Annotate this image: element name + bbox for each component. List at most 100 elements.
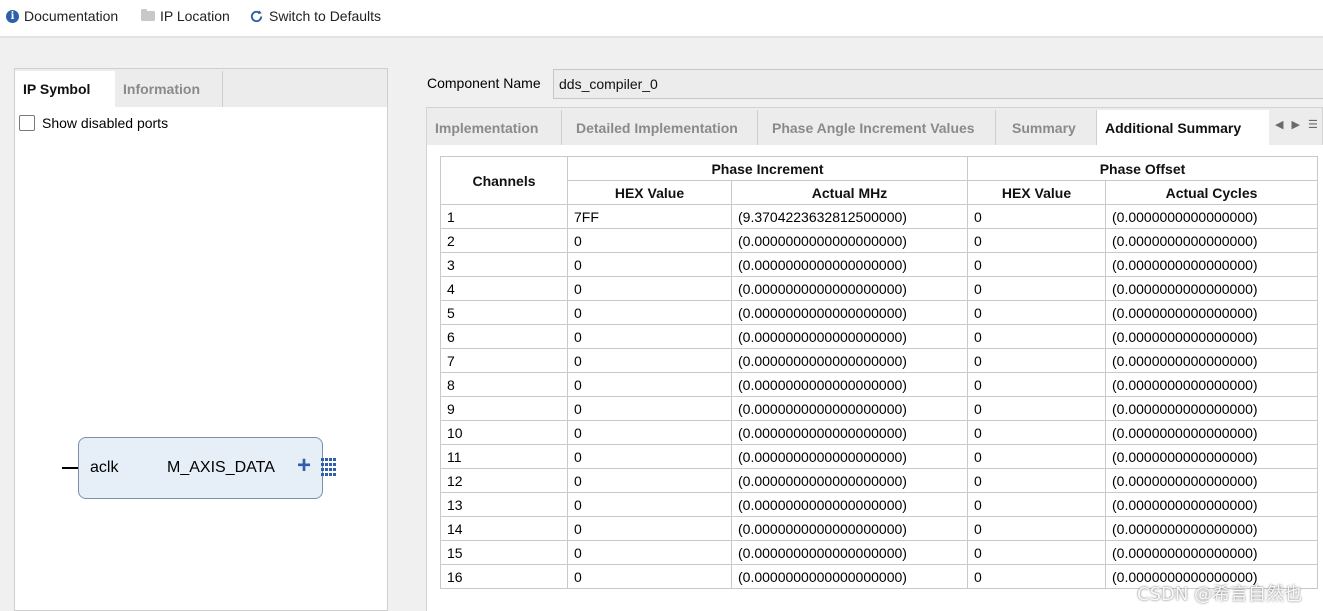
offset-hex-cell: 0 [967,492,1106,517]
increment-hex-cell: 0 [567,300,732,325]
aclk-port-label: aclk [90,459,119,476]
increment-hex-cell: 0 [567,252,732,277]
tab-implementation[interactable]: Implementation [427,110,562,146]
offset-hex-cell: 0 [967,348,1106,373]
tab-detailed-implementation[interactable]: Detailed Implementation [568,110,758,146]
folder-icon [141,9,155,21]
actual-mhz-cell: (0.0000000000000000000) [731,540,968,565]
ip-location-button[interactable]: IP Location [141,6,230,26]
table-body: 1 7FF (9.3704223632812500000) 0 (0.000000000… [440,204,1318,589]
component-name-input[interactable]: dds_compiler_0 [553,69,1323,99]
actual-cycles-cell: (0.0000000000000000) [1105,492,1318,517]
header-increment-hex: HEX Value [567,180,732,205]
increment-hex-cell: 0 [567,444,732,469]
header-offset-hex: HEX Value [967,180,1106,205]
header-actual-mhz: Actual MHz [731,180,968,205]
header-channels: Channels [440,156,568,205]
table-row[interactable]: 3 0 (0.0000000000000000000) 0 (0.00000000000… [440,252,1318,277]
tab-ip-symbol[interactable]: IP Symbol [15,71,115,107]
info-icon: i [6,9,19,23]
increment-hex-cell: 0 [567,372,732,397]
table-row[interactable]: 11 0 (0.0000000000000000000) 0 (0.0000000000… [440,444,1318,469]
actual-cycles-cell: (0.0000000000000000) [1105,348,1318,373]
increment-hex-cell: 0 [567,396,732,421]
tab-information[interactable]: Information [115,71,223,107]
actual-mhz-cell: (0.0000000000000000000) [731,276,968,301]
actual-cycles-cell: (0.0000000000000000) [1105,300,1318,325]
table-row[interactable]: 15 0 (0.0000000000000000000) 0 (0.0000000000… [440,540,1318,565]
actual-cycles-cell: (0.0000000000000000) [1105,324,1318,349]
actual-mhz-cell: (0.0000000000000000000) [731,228,968,253]
ip-location-label: IP Location [160,8,230,24]
scroll-left-icon[interactable]: ◀ [1275,118,1283,131]
aclk-port-line [62,467,78,469]
channel-cell: 1 [440,204,568,229]
actual-cycles-cell: (0.0000000000000000) [1105,228,1318,253]
table-row[interactable]: 4 0 (0.0000000000000000000) 0 (0.00000000000… [440,276,1318,301]
actual-mhz-cell: (0.0000000000000000000) [731,516,968,541]
actual-mhz-cell: (0.0000000000000000000) [731,468,968,493]
table-row[interactable]: 6 0 (0.0000000000000000000) 0 (0.00000000000… [440,324,1318,349]
switch-to-defaults-button[interactable]: Switch to Defaults [249,6,381,26]
table-row[interactable]: 7 0 (0.0000000000000000000) 0 (0.00000000000… [440,348,1318,373]
channel-cell: 3 [440,252,568,277]
offset-hex-cell: 0 [967,228,1106,253]
table-row[interactable]: 10 0 (0.0000000000000000000) 0 (0.0000000000… [440,420,1318,445]
offset-hex-cell: 0 [967,276,1106,301]
table-row[interactable]: 2 0 (0.0000000000000000000) 0 (0.00000000000… [440,228,1318,253]
actual-cycles-cell: (0.0000000000000000) [1105,420,1318,445]
tab-scroll-controls: ◀ ▶ ☰ [1275,118,1318,131]
offset-hex-cell: 0 [967,396,1106,421]
documentation-button[interactable]: i Documentation [6,6,118,26]
offset-hex-cell: 0 [967,324,1106,349]
offset-hex-cell: 0 [967,516,1106,541]
offset-hex-cell: 0 [967,420,1106,445]
table-row[interactable]: 8 0 (0.0000000000000000000) 0 (0.00000000000… [440,372,1318,397]
m-axis-data-port-label: M_AXIS_DATA [167,459,275,476]
offset-hex-cell: 0 [967,540,1106,565]
table-row[interactable]: 13 0 (0.0000000000000000000) 0 (0.0000000000… [440,492,1318,517]
additional-summary-table: Channels Phase Increment Phase Offset HE… [440,156,1318,589]
increment-hex-cell: 0 [567,348,732,373]
show-disabled-ports-row[interactable]: Show disabled ports [19,115,168,131]
offset-hex-cell: 0 [967,204,1106,229]
actual-mhz-cell: (0.0000000000000000000) [731,252,968,277]
increment-hex-cell: 0 [567,516,732,541]
tab-list-menu-icon[interactable]: ☰ [1308,118,1318,131]
table-row[interactable]: 14 0 (0.0000000000000000000) 0 (0.0000000000… [440,516,1318,541]
actual-cycles-cell: (0.0000000000000000) [1105,396,1318,421]
offset-hex-cell: 0 [967,300,1106,325]
increment-hex-cell: 0 [567,564,732,589]
actual-cycles-cell: (0.0000000000000000) [1105,204,1318,229]
channel-cell: 8 [440,372,568,397]
tab-summary[interactable]: Summary [1004,110,1097,146]
increment-hex-cell: 7FF [567,204,732,229]
tab-phase-angle-increment-values[interactable]: Phase Angle Increment Values [764,110,996,146]
actual-mhz-cell: (0.0000000000000000000) [731,492,968,517]
tab-additional-summary[interactable]: Additional Summary [1097,110,1269,146]
offset-hex-cell: 0 [967,564,1106,589]
table-row[interactable]: 1 7FF (9.3704223632812500000) 0 (0.000000000… [440,204,1318,229]
offset-hex-cell: 0 [967,252,1106,277]
left-tab-bar: IP Symbol Information [15,69,387,107]
table-row[interactable]: 12 0 (0.0000000000000000000) 0 (0.0000000000… [440,468,1318,493]
actual-mhz-cell: (0.0000000000000000000) [731,564,968,589]
channel-cell: 7 [440,348,568,373]
component-name-label: Component Name [427,75,541,91]
config-tab-bar: Implementation Detailed Implementation P… [426,107,1323,146]
actual-cycles-cell: (0.0000000000000000) [1105,444,1318,469]
increment-hex-cell: 0 [567,468,732,493]
ip-symbol-block: aclk M_AXIS_DATA [78,437,323,499]
channel-cell: 13 [440,492,568,517]
show-disabled-ports-checkbox[interactable] [19,115,35,131]
expand-port-icon[interactable]: + [297,454,311,478]
increment-hex-cell: 0 [567,492,732,517]
table-row[interactable]: 9 0 (0.0000000000000000000) 0 (0.00000000000… [440,396,1318,421]
header-actual-cycles: Actual Cycles [1105,180,1318,205]
header-phase-increment: Phase Increment [567,156,968,181]
table-row[interactable]: 5 0 (0.0000000000000000000) 0 (0.00000000000… [440,300,1318,325]
scroll-right-icon[interactable]: ▶ [1291,118,1299,131]
offset-hex-cell: 0 [967,444,1106,469]
actual-mhz-cell: (0.0000000000000000000) [731,444,968,469]
actual-cycles-cell: (0.0000000000000000) [1105,468,1318,493]
